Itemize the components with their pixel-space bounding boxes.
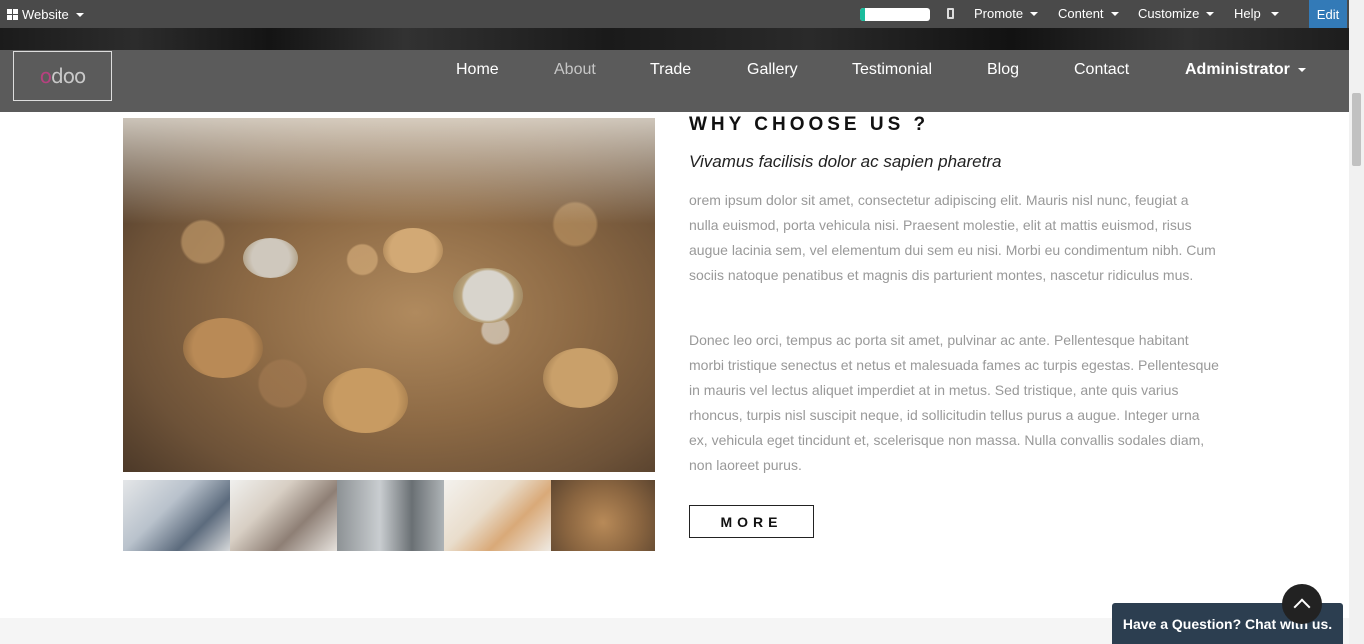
coin-shape (453, 268, 523, 323)
section-paragraph-1: orem ipsum dolor sit amet, consectetur a… (689, 192, 1216, 283)
coins-main-image (123, 118, 655, 472)
gallery-thumbnails (123, 480, 655, 551)
thumbnail-team-meeting[interactable] (123, 480, 230, 551)
progress-fill (860, 8, 865, 21)
page-scrollbar[interactable] (1349, 0, 1364, 644)
promote-menu[interactable]: Promote (974, 6, 1039, 21)
nav-item-home[interactable]: Home (456, 61, 499, 79)
caret-down-icon (75, 12, 84, 17)
website-menu-label: Website (22, 7, 69, 22)
coin-shape (383, 228, 443, 273)
customize-menu[interactable]: Customize (1138, 6, 1215, 21)
administrator-label: Administrator (1185, 61, 1290, 78)
customize-menu-label: Customize (1138, 6, 1200, 21)
admin-bar: Website Promote Content Customize Help E… (0, 0, 1349, 28)
caret-down-icon (1270, 11, 1279, 16)
content-menu-label: Content (1058, 6, 1104, 21)
section-title: WHY CHOOSE US ? (689, 114, 930, 135)
nav-item-trade[interactable]: Trade (650, 61, 691, 79)
thumbnail-euro-banknotes[interactable] (444, 480, 551, 551)
edit-button[interactable]: Edit (1309, 0, 1347, 28)
thumbnail-atm-cash[interactable] (337, 480, 444, 551)
scrollbar-thumb[interactable] (1352, 93, 1361, 166)
back-to-top-button[interactable] (1282, 584, 1322, 624)
apps-grid-icon (7, 9, 18, 20)
help-menu[interactable]: Help (1234, 6, 1279, 21)
coin-shape (243, 238, 298, 278)
caret-down-icon (1030, 11, 1039, 16)
more-button[interactable]: MORE (689, 505, 814, 538)
chevron-up-icon (1293, 598, 1311, 616)
administrator-menu[interactable]: Administrator (1185, 61, 1306, 79)
content-menu[interactable]: Content (1058, 6, 1119, 21)
main-navbar: odoo Home About Trade Gallery Testimonia… (0, 50, 1349, 112)
caret-down-icon (1206, 11, 1215, 16)
thumbnail-office-group[interactable] (230, 480, 337, 551)
nav-item-contact[interactable]: Contact (1074, 61, 1129, 79)
website-menu[interactable]: Website (7, 7, 84, 22)
caret-down-icon (1297, 67, 1306, 72)
progress-bar (860, 8, 930, 21)
caret-down-icon (1110, 11, 1119, 16)
nav-item-testimonial[interactable]: Testimonial (852, 61, 932, 79)
nav-item-about[interactable]: About (554, 61, 596, 79)
nav-item-blog[interactable]: Blog (987, 61, 1019, 79)
help-menu-label: Help (1234, 6, 1261, 21)
hero-background-strip (0, 28, 1349, 50)
section-paragraph-2: Donec leo orci, tempus ac porta sit amet… (689, 332, 1219, 473)
promote-menu-label: Promote (974, 6, 1024, 21)
coin-shape (183, 318, 263, 378)
thumbnail-coins[interactable] (551, 480, 655, 551)
coin-shape (543, 348, 618, 408)
mobile-preview-icon[interactable] (947, 8, 954, 19)
logo-text: odoo (39, 64, 86, 88)
section-subtitle: Vivamus facilisis dolor ac sapien pharet… (689, 152, 1002, 171)
image-highlight (123, 118, 655, 225)
site-logo[interactable]: odoo (13, 51, 112, 101)
nav-item-gallery[interactable]: Gallery (747, 61, 798, 79)
coin-shape (323, 368, 408, 433)
